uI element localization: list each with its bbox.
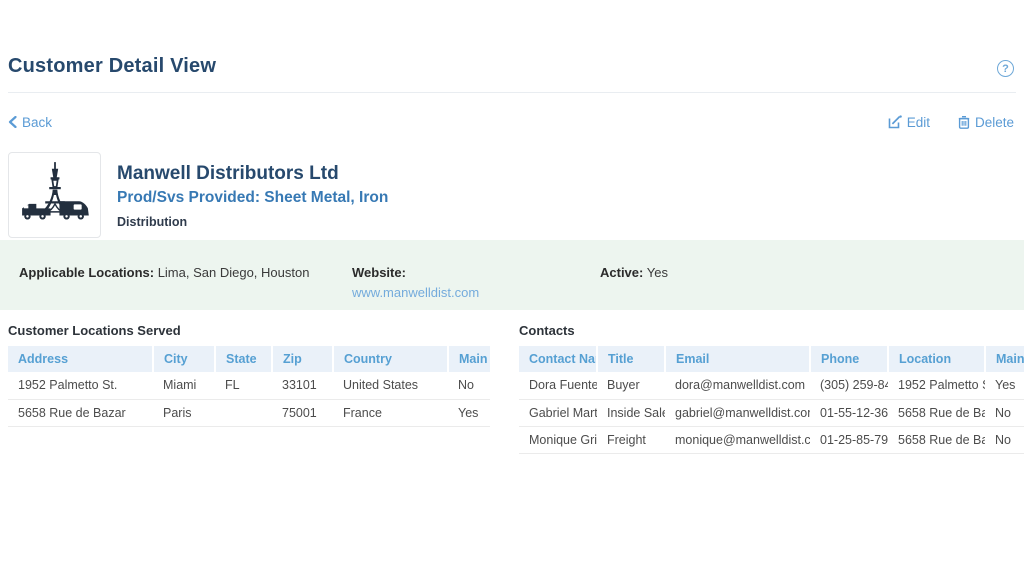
table-cell: Yes <box>985 372 1024 399</box>
column-header-main: Main <box>448 346 490 372</box>
column-header-main: Main <box>985 346 1024 372</box>
delete-label: Delete <box>975 115 1014 130</box>
customer-header-text: Manwell Distributors Ltd Prod/Svs Provid… <box>117 152 388 238</box>
table-cell: No <box>985 426 1024 453</box>
back-button[interactable]: Back <box>8 115 52 130</box>
table-cell: Freight <box>597 426 665 453</box>
applicable-locations-field: Applicable Locations: Lima, San Diego, H… <box>19 264 309 281</box>
table-cell: 1952 Palmetto St. <box>888 372 985 399</box>
table-cell: gabriel@manwelldist.com <box>665 399 810 426</box>
table-cell: 5658 Rue de Bazar <box>8 399 153 426</box>
table-cell: No <box>985 399 1024 426</box>
active-label: Active: <box>600 265 643 280</box>
table-row: 1952 Palmetto St. Miami FL 33101 United … <box>8 372 490 399</box>
table-cell: Inside Sales <box>597 399 665 426</box>
edit-button[interactable]: Edit <box>888 115 930 130</box>
contacts-header-row: Contact Name Title Email Phone Location … <box>519 346 1024 372</box>
locations-header-row: Address City State Zip Country Main <box>8 346 490 372</box>
delete-button[interactable]: Delete <box>958 115 1014 130</box>
customer-industry: Distribution <box>117 215 388 229</box>
table-row: 5658 Rue de Bazar Paris 75001 France Yes <box>8 399 490 426</box>
table-row: Gabriel Martell Inside Sales gabriel@man… <box>519 399 1024 426</box>
table-cell: 33101 <box>272 372 333 399</box>
action-buttons: Edit Delete <box>888 115 1014 130</box>
help-icon-glyph: ? <box>1002 63 1009 75</box>
edit-label: Edit <box>907 115 930 130</box>
contacts-table-title: Contacts <box>519 322 1024 346</box>
table-cell: United States <box>333 372 448 399</box>
table-cell: 5658 Rue de Bazar <box>888 426 985 453</box>
table-cell: Dora Fuentes <box>519 372 597 399</box>
locations-table: Address City State Zip Country Main 1952… <box>8 346 490 427</box>
customer-detail-page: Customer Detail View ? Back Edit Delete <box>0 0 1024 572</box>
locations-table-section: Customer Locations Served Address City S… <box>8 322 490 454</box>
table-cell: 5658 Rue de Bazar <box>888 399 985 426</box>
column-header-city: City <box>153 346 215 372</box>
active-value: Yes <box>643 265 668 280</box>
website-field: Website: www.manwelldist.com <box>352 264 479 301</box>
table-cell: Miami <box>153 372 215 399</box>
column-header-zip: Zip <box>272 346 333 372</box>
table-cell: monique@manwelldist.com <box>665 426 810 453</box>
header-divider <box>8 92 1016 93</box>
table-cell: No <box>448 372 490 399</box>
active-field: Active: Yes <box>600 264 668 281</box>
table-cell: dora@manwelldist.com <box>665 372 810 399</box>
column-header-location: Location <box>888 346 985 372</box>
table-cell: FL <box>215 372 272 399</box>
contacts-table-section: Contacts Contact Name Title Email Phone … <box>519 322 1024 454</box>
tables-section: Customer Locations Served Address City S… <box>8 322 1024 454</box>
table-cell: France <box>333 399 448 426</box>
table-cell: Gabriel Martell <box>519 399 597 426</box>
customer-header: Manwell Distributors Ltd Prod/Svs Provid… <box>8 152 388 238</box>
column-header-contact-name: Contact Name <box>519 346 597 372</box>
table-cell: Yes <box>448 399 490 426</box>
applicable-locations-value: Lima, San Diego, Houston <box>154 265 309 280</box>
table-cell: Paris <box>153 399 215 426</box>
table-cell <box>215 399 272 426</box>
applicable-locations-label: Applicable Locations: <box>19 265 154 280</box>
table-cell: Buyer <box>597 372 665 399</box>
chevron-left-icon <box>8 116 17 128</box>
table-row: Monique Grin Freight monique@manwelldist… <box>519 426 1024 453</box>
help-icon[interactable]: ? <box>997 60 1014 77</box>
contacts-table: Contact Name Title Email Phone Location … <box>519 346 1024 454</box>
column-header-address: Address <box>8 346 153 372</box>
summary-bar: Applicable Locations: Lima, San Diego, H… <box>0 240 1024 310</box>
table-row: Dora Fuentes Buyer dora@manwelldist.com … <box>519 372 1024 399</box>
page-title: Customer Detail View <box>8 55 216 78</box>
website-link[interactable]: www.manwelldist.com <box>352 284 479 301</box>
customer-name: Manwell Distributors Ltd <box>117 163 388 185</box>
table-cell: 1952 Palmetto St. <box>8 372 153 399</box>
edit-icon <box>888 115 902 129</box>
column-header-email: Email <box>665 346 810 372</box>
locations-table-title: Customer Locations Served <box>8 322 490 346</box>
eiffel-tower-truck-icon <box>15 158 95 232</box>
column-header-title: Title <box>597 346 665 372</box>
table-cell: Monique Grin <box>519 426 597 453</box>
table-cell: (305) 259-8457 <box>810 372 888 399</box>
trash-icon <box>958 115 970 129</box>
table-cell: 75001 <box>272 399 333 426</box>
website-label: Website: <box>352 265 406 280</box>
customer-prodsvs: Prod/Svs Provided: Sheet Metal, Iron <box>117 189 388 207</box>
column-header-state: State <box>215 346 272 372</box>
table-cell: 01-55-12-36-25 <box>810 399 888 426</box>
column-header-country: Country <box>333 346 448 372</box>
action-bar: Back Edit Delete <box>8 112 1014 132</box>
customer-logo <box>8 152 101 238</box>
table-cell: 01-25-85-79-45 <box>810 426 888 453</box>
back-label: Back <box>22 115 52 130</box>
column-header-phone: Phone <box>810 346 888 372</box>
